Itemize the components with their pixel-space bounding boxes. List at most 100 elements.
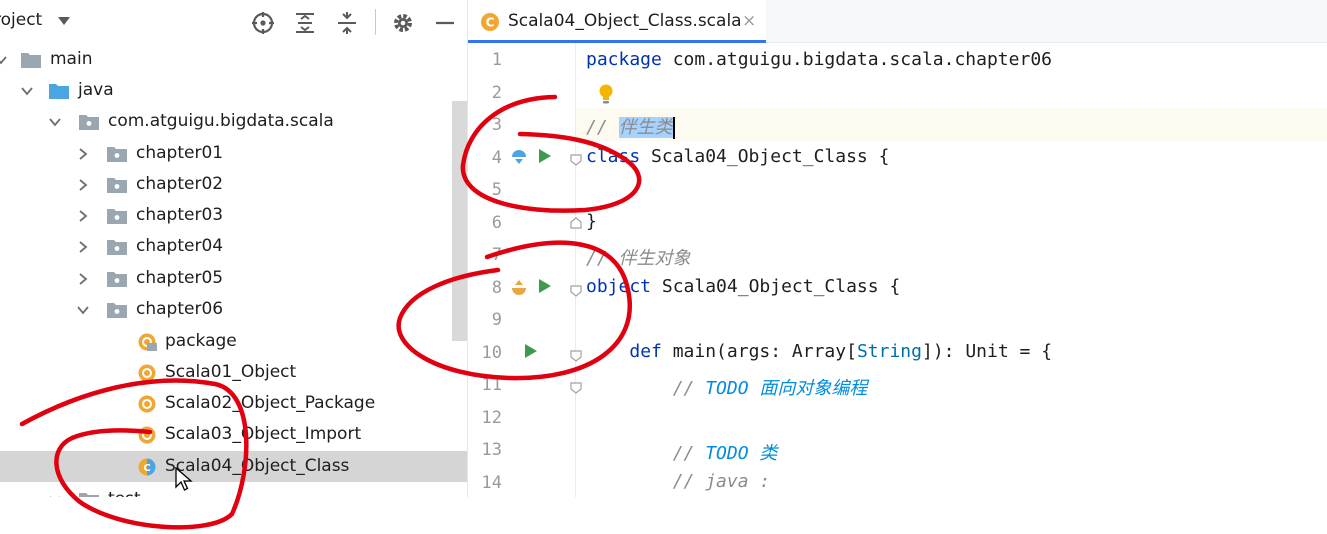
keyword: class — [586, 146, 641, 167]
keyword: object — [586, 276, 652, 297]
line-number: 13 — [481, 440, 502, 460]
line-number: 10 — [481, 343, 502, 363]
tree-item-label: chapter03 — [136, 205, 224, 225]
keyword: package — [586, 49, 662, 70]
fold-icon[interactable] — [569, 215, 583, 229]
scala-class-object-icon: C — [136, 457, 158, 477]
tab-label: Scala04_Object_Class.scala — [508, 11, 742, 31]
code-line-1[interactable]: package com.atguigu.bigdata.scala.chapte… — [586, 49, 1052, 70]
project-title[interactable]: roject — [0, 10, 42, 30]
tree-item-chapter05[interactable]: chapter05 — [0, 263, 467, 294]
tree-item-scala03-object-import[interactable]: Scala03_Object_Import — [0, 419, 467, 450]
tree-item-test[interactable]: test — [0, 484, 467, 497]
implemented-icon[interactable] — [510, 148, 528, 166]
code-line-13[interactable]: // TODO 类 — [586, 439, 778, 465]
scala-object-icon — [136, 363, 158, 383]
run-icon[interactable] — [538, 148, 552, 164]
chevron-down-icon[interactable] — [58, 17, 70, 25]
line-number: 12 — [481, 408, 502, 428]
lightbulb-icon[interactable] — [596, 83, 616, 107]
package-icon — [106, 144, 128, 164]
locate-icon[interactable] — [250, 10, 276, 36]
code-line-8[interactable]: object Scala04_Object_Class { — [586, 276, 900, 297]
code-line-4[interactable]: class Scala04_Object_Class { — [586, 146, 889, 167]
tree-item-chapter04[interactable]: chapter04 — [0, 231, 467, 262]
gear-icon[interactable] — [390, 10, 416, 36]
tree-item-label: com.atguigu.bigdata.scala — [108, 111, 334, 131]
tree-item-label: test — [108, 489, 141, 497]
tree-item-chapter06[interactable]: chapter06 — [0, 294, 467, 325]
code-text: Scala04_Object_Class { — [651, 276, 901, 297]
tree-item-label: main — [50, 49, 93, 69]
toolbar-separator — [375, 9, 376, 35]
tree-item-com-atguigu-bigdata-scala[interactable]: com.atguigu.bigdata.scala — [0, 106, 467, 137]
line-number: 14 — [481, 473, 502, 493]
tree-item-scala04-object-class[interactable]: C Scala04_Object_Class — [0, 451, 467, 482]
chevron-right-icon[interactable] — [76, 177, 90, 191]
tree-item-chapter01[interactable]: chapter01 — [0, 138, 467, 169]
editor-tab-bar: C Scala04_Object_Class.scala × — [468, 0, 1327, 43]
chevron-right-icon[interactable] — [76, 239, 90, 253]
line-number: 4 — [491, 148, 502, 168]
code-text: main(args: Array[ — [661, 341, 857, 362]
code-line-10[interactable]: def main(args: Array[String]): Unit = { — [586, 341, 1052, 362]
editor-gutter[interactable] — [468, 43, 576, 497]
package-icon — [106, 206, 128, 226]
code-line-11[interactable]: // TODO 面向对象编程 — [586, 374, 868, 400]
text-cursor — [672, 117, 675, 139]
tree-item-java[interactable]: java — [0, 75, 467, 106]
todo-marker: TODO — [705, 378, 749, 399]
tree-item-label: package — [165, 331, 237, 351]
minimize-icon[interactable] — [432, 10, 458, 36]
code-line-3[interactable]: // 伴生类 — [586, 113, 675, 139]
tab-scala04-object-class[interactable]: C Scala04_Object_Class.scala × — [468, 0, 766, 43]
line-number: 9 — [491, 310, 502, 330]
close-icon[interactable]: × — [742, 11, 756, 31]
package-icon — [78, 112, 100, 132]
keyword: def — [629, 341, 662, 362]
run-icon[interactable] — [524, 343, 538, 359]
folder-icon — [78, 490, 100, 497]
tree-item-label: Scala03_Object_Import — [165, 424, 362, 444]
chevron-right-icon[interactable] — [76, 146, 90, 160]
tree-item-package[interactable]: package — [0, 326, 467, 357]
tree-item-chapter03[interactable]: chapter03 — [0, 200, 467, 231]
code-text: Scala04_Object_Class { — [640, 146, 890, 167]
package-icon — [106, 237, 128, 257]
svg-text:C: C — [486, 16, 495, 30]
code-line-14[interactable]: // java : — [586, 471, 771, 492]
todo-marker: TODO — [705, 443, 749, 464]
chevron-down-icon[interactable] — [48, 492, 62, 497]
implementing-icon[interactable] — [510, 278, 528, 296]
mouse-pointer-icon — [175, 466, 193, 493]
expand-all-icon[interactable] — [292, 10, 318, 36]
tree-item-main[interactable]: main — [0, 44, 467, 75]
collapse-all-icon[interactable] — [334, 10, 360, 36]
tree-item-scala02-object-package[interactable]: Scala02_Object_Package — [0, 388, 467, 419]
line-number: 2 — [491, 83, 502, 103]
chevron-down-icon[interactable] — [76, 302, 90, 316]
chevron-right-icon[interactable] — [76, 271, 90, 285]
fold-icon[interactable] — [569, 348, 583, 362]
code-editor[interactable]: C Scala04_Object_Class.scala × 1 2 3 4 5… — [467, 0, 1327, 497]
code-line-7[interactable]: // 伴生对象 — [586, 244, 691, 270]
tree-item-label: chapter06 — [136, 299, 224, 319]
fold-icon[interactable] — [569, 152, 583, 166]
chevron-right-icon[interactable] — [76, 208, 90, 222]
scala-object-icon — [136, 425, 158, 445]
chevron-down-icon[interactable] — [0, 52, 8, 66]
run-icon[interactable] — [538, 278, 552, 294]
code-text: com.atguigu.bigdata.scala.chapter06 — [661, 49, 1052, 70]
fold-icon[interactable] — [569, 283, 583, 297]
tree-item-label: chapter01 — [136, 143, 224, 163]
todo-text: 类 — [748, 443, 778, 464]
package-object-icon — [136, 332, 158, 352]
chevron-down-icon[interactable] — [48, 114, 62, 128]
fold-icon[interactable] — [569, 380, 583, 394]
tree-item-chapter02[interactable]: chapter02 — [0, 169, 467, 200]
code-line-6[interactable]: } — [586, 211, 597, 232]
chevron-down-icon[interactable] — [20, 83, 34, 97]
tree-scrollbar-thumb[interactable] — [452, 101, 467, 341]
tree-item-scala01-object[interactable]: Scala01_Object — [0, 357, 467, 388]
